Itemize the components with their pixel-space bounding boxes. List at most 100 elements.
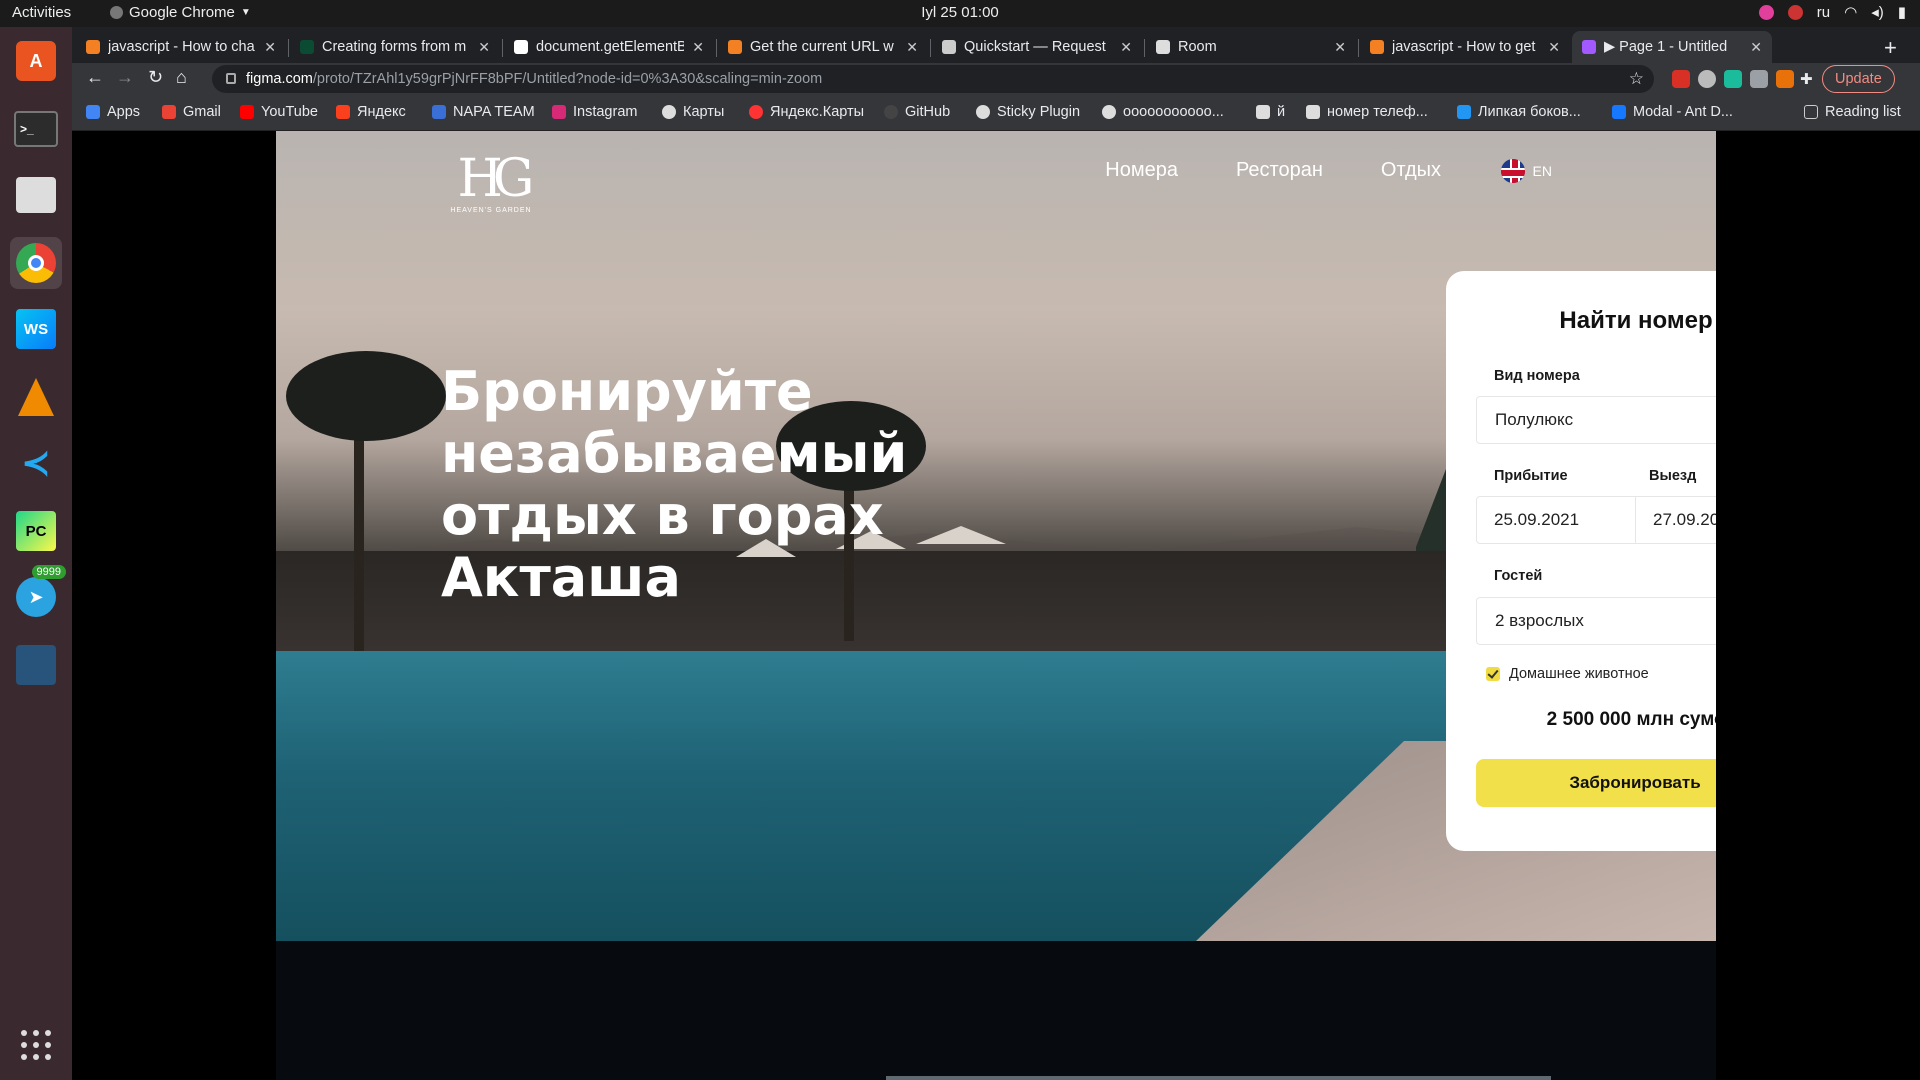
reading-list[interactable]: Reading list <box>1804 104 1901 120</box>
tab-close-icon[interactable]: ✕ <box>906 39 918 56</box>
globe-icon <box>976 105 990 119</box>
booking-card: Найти номер Вид номера Полулюкс Прибытие… <box>1446 271 1716 851</box>
nav-rooms[interactable]: Номера <box>1105 159 1178 182</box>
bookmark-sticky-plugin[interactable]: Sticky Plugin <box>976 104 1080 120</box>
tab-close-icon[interactable]: ✕ <box>264 39 276 56</box>
back-icon[interactable]: ← <box>86 67 104 88</box>
vue-devtools-icon[interactable] <box>1750 70 1768 88</box>
show-apps-icon[interactable] <box>21 1030 51 1060</box>
bookmark-instagram[interactable]: Instagram <box>552 104 637 120</box>
extension-icon[interactable] <box>1724 70 1742 88</box>
tab-close-icon[interactable]: ✕ <box>1334 39 1346 56</box>
vscode-icon[interactable]: ≺ <box>10 437 62 489</box>
bookmark-phone-number[interactable]: номер телеф... <box>1306 104 1428 120</box>
bookmark-sticky-sidebar[interactable]: Липкая боков... <box>1457 104 1581 120</box>
extension-icon[interactable] <box>1698 70 1716 88</box>
new-tab-button[interactable]: + <box>1884 35 1897 61</box>
bookmark-yandex[interactable]: Яндекс <box>336 104 406 120</box>
webstorm-icon[interactable]: WS <box>10 303 62 355</box>
bookmark-y[interactable]: й <box>1256 104 1285 120</box>
pet-checkbox[interactable] <box>1486 667 1500 681</box>
google-icon <box>662 105 676 119</box>
bookmark-github[interactable]: GitHub <box>884 104 950 120</box>
terminal-icon[interactable]: >_ <box>10 103 62 155</box>
files-icon[interactable] <box>10 169 62 221</box>
apps-grid-icon <box>86 105 100 119</box>
github-icon <box>884 105 898 119</box>
tab-favicon-icon <box>942 40 956 54</box>
language-switcher[interactable]: EN <box>1500 159 1552 183</box>
system-top-bar: Activities Google Chrome ▼ Iyl 25 01:00 … <box>0 0 1920 27</box>
battery-icon: ▮ <box>1897 4 1906 21</box>
software-center-icon[interactable]: A <box>10 35 62 87</box>
tab-5[interactable]: Quickstart — Request ✕ <box>932 31 1142 63</box>
chrome-tray-icon <box>1787 4 1803 20</box>
nav-restaurant[interactable]: Ресторан <box>1236 159 1323 182</box>
telegram-badge: 9999 <box>31 565 66 579</box>
gmail-icon <box>162 105 176 119</box>
adblock-extension-icon[interactable] <box>1672 70 1690 88</box>
bookmark-gmail[interactable]: Gmail <box>162 104 221 120</box>
tab-2[interactable]: Creating forms from m ✕ <box>290 31 500 63</box>
telegram-icon[interactable]: ➤ 9999 <box>10 565 66 623</box>
vlc-icon[interactable] <box>10 371 62 423</box>
instagram-icon <box>552 105 566 119</box>
extension-icon[interactable] <box>1776 70 1794 88</box>
total-price: 2 500 000 млн сумов <box>1546 709 1716 730</box>
bookmark-yandex-maps[interactable]: Яндекс.Карты <box>749 104 864 120</box>
lock-icon <box>226 73 236 84</box>
yandex-icon <box>336 105 350 119</box>
tab-1[interactable]: javascript - How to cha ✕ <box>76 31 286 63</box>
site-logo[interactable]: HG HEAVEN'S GARDEN <box>446 151 536 221</box>
openai-icon <box>1256 105 1270 119</box>
tab-3[interactable]: document.getElementB ✕ <box>504 31 714 63</box>
clock[interactable]: Iyl 25 01:00 <box>0 4 1920 21</box>
bookmark-youtube[interactable]: YouTube <box>240 104 318 120</box>
tab-close-icon[interactable]: ✕ <box>1548 39 1560 56</box>
tab-close-icon[interactable]: ✕ <box>1750 39 1762 56</box>
room-type-value: Полулюкс <box>1495 410 1574 429</box>
nav-leisure[interactable]: Отдых <box>1381 159 1441 182</box>
reload-icon[interactable]: ↻ <box>148 67 163 88</box>
page-viewport: HG HEAVEN'S GARDEN Номера Ресторан Отдых… <box>72 131 1920 1080</box>
bookmark-maps[interactable]: Карты <box>662 104 724 120</box>
arrival-date-field[interactable]: 25.09.2021 <box>1476 496 1636 544</box>
tab-favicon-icon <box>514 40 528 54</box>
activities-button[interactable]: Activities <box>12 4 71 21</box>
book-button[interactable]: Забронировать <box>1476 759 1716 807</box>
forward-icon[interactable]: → <box>116 67 134 88</box>
update-button[interactable]: Update <box>1822 65 1895 93</box>
mysql-workbench-icon[interactable] <box>10 639 62 691</box>
tab-close-icon[interactable]: ✕ <box>692 39 704 56</box>
guests-label: Гостей <box>1494 568 1543 584</box>
tab-close-icon[interactable]: ✕ <box>478 39 490 56</box>
bookmark-star-icon[interactable]: ☆ <box>1629 69 1644 89</box>
globe-icon <box>1102 105 1116 119</box>
bookmark-napa-team[interactable]: NAPA TEAM <box>432 104 535 120</box>
system-tray[interactable]: ru ◠ ◂) ▮ <box>1758 3 1906 21</box>
bookmark-apps[interactable]: Apps <box>86 104 140 120</box>
tab-7[interactable]: javascript - How to get ✕ <box>1360 31 1570 63</box>
bookmark-oooo[interactable]: ooooooooooo... <box>1102 104 1224 120</box>
home-icon[interactable]: ⌂ <box>176 67 187 88</box>
tab-close-icon[interactable]: ✕ <box>1120 39 1132 56</box>
chrome-dock-icon[interactable] <box>10 237 62 289</box>
tab-4[interactable]: Get the current URL w ✕ <box>718 31 928 63</box>
tab-active-figma[interactable]: ▶ Page 1 - Untitled ✕ <box>1572 31 1772 63</box>
address-bar[interactable]: figma.com/proto/TZrAhl1y59grPjNrFF8bPF/U… <box>212 65 1654 93</box>
main-nav: Номера Ресторан Отдых <box>1105 159 1441 182</box>
language-label: EN <box>1532 163 1552 179</box>
tab-6[interactable]: Room ✕ <box>1146 31 1356 63</box>
keyboard-layout[interactable]: ru <box>1817 4 1830 21</box>
volume-icon: ◂) <box>1871 4 1884 21</box>
tab-favicon-icon <box>1370 40 1384 54</box>
bookmark-modal-antd[interactable]: Modal - Ant D... <box>1612 104 1733 120</box>
pet-checkbox-row[interactable]: Домашнее животное <box>1486 666 1649 682</box>
figma-favicon-icon <box>1582 40 1596 54</box>
pycharm-icon[interactable]: PC <box>10 505 62 557</box>
uk-flag-icon <box>1500 159 1525 183</box>
guests-select[interactable]: 2 взрослых <box>1476 597 1716 645</box>
app-menu[interactable]: Google Chrome ▼ <box>110 4 251 21</box>
departure-date-field[interactable]: 27.09.2021 <box>1635 496 1716 544</box>
room-type-select[interactable]: Полулюкс <box>1476 396 1716 444</box>
